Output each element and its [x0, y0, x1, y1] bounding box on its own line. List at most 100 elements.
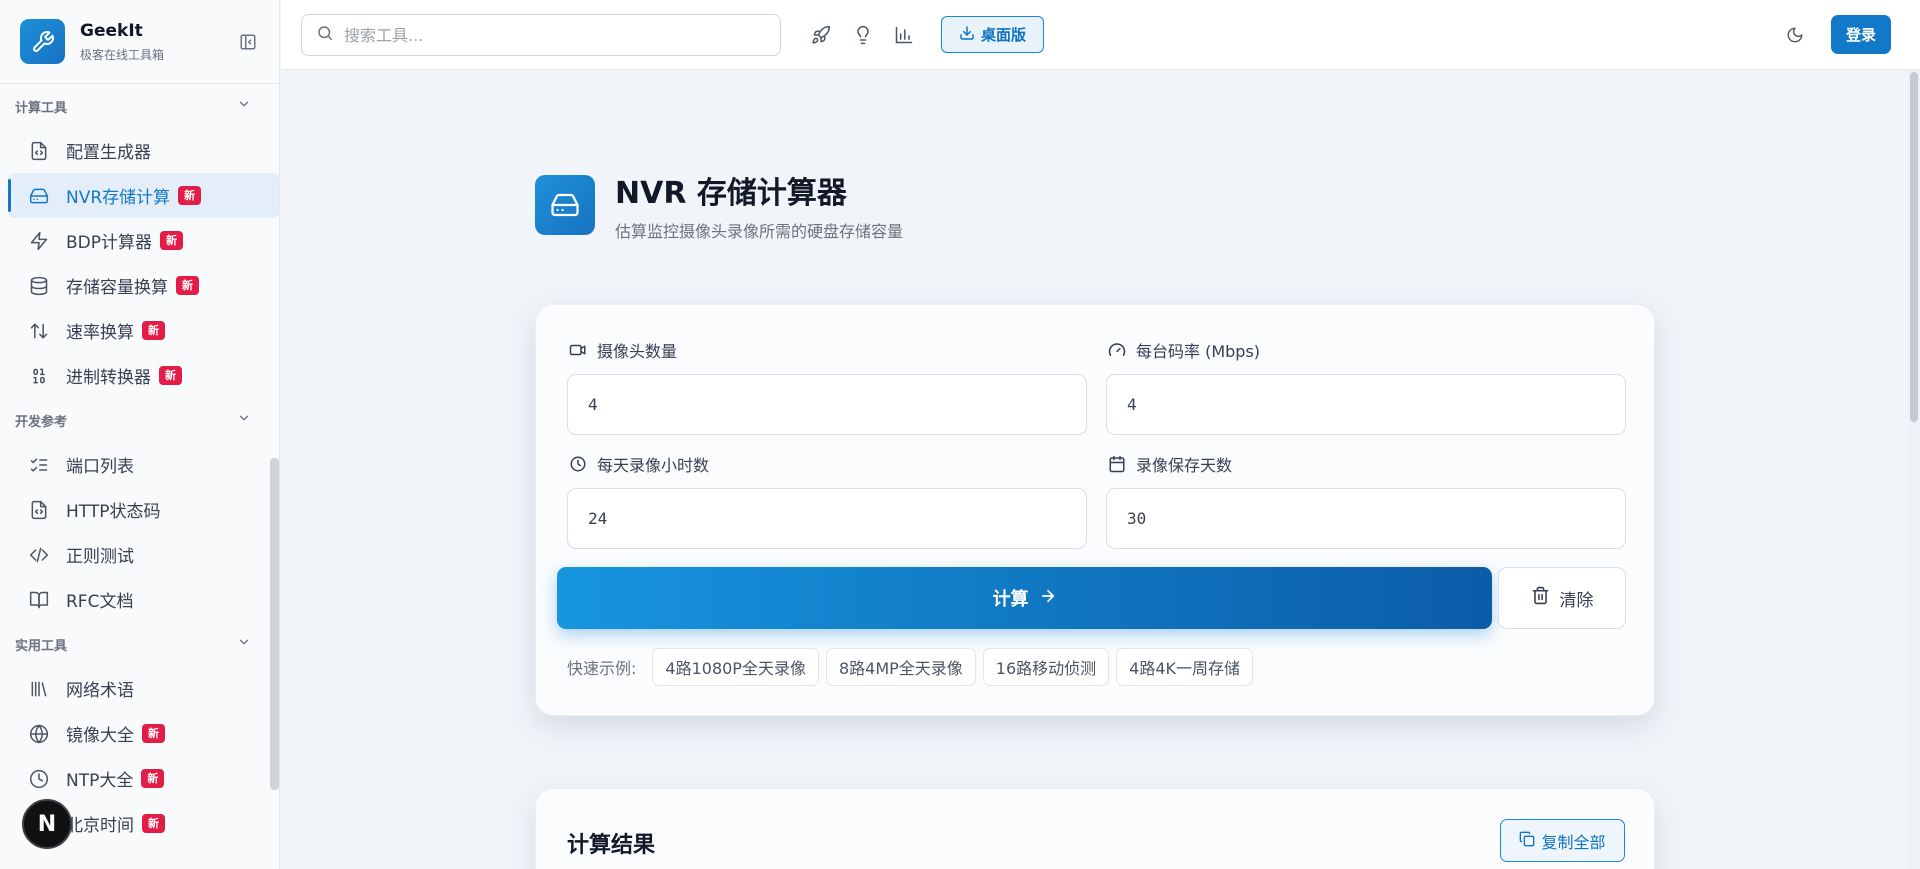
desktop-version-button[interactable]: 桌面版 [941, 16, 1044, 53]
sidebar-item[interactable]: RFC文档 [0, 577, 279, 622]
rocket-icon[interactable] [809, 23, 833, 47]
sidebar-item-label: 进制转换器 [66, 368, 151, 388]
new-badge: 新 [159, 366, 182, 385]
examples-label: 快速示例: [567, 659, 637, 678]
brand-subtitle: 极客在线工具箱 [80, 47, 165, 62]
hard-drive-icon [27, 184, 51, 208]
example-chip[interactable]: 4路4K一周存储 [1116, 648, 1254, 686]
library-icon [27, 677, 51, 701]
page-header: NVR 存储计算器 估算监控摄像头录像所需的硬盘存储容量 [535, 168, 903, 242]
sidebar-scrollbar[interactable] [270, 458, 279, 790]
sidebar-item-label: HTTP状态码 [66, 502, 161, 522]
topbar: 桌面版 登录 [281, 0, 1920, 70]
sidebar: GeekIt 极客在线工具箱 计算工具 配置生成器 NVR存储计算新 BDP计算器新存… [0, 0, 280, 869]
hours-label: 每天录像小时数 [597, 456, 710, 475]
copy-all-label: 复制全部 [1541, 832, 1606, 852]
sidebar-item[interactable]: 端口列表 [0, 442, 279, 487]
example-chip[interactable]: 8路4MP全天录像 [825, 648, 976, 686]
sidebar-item-label: RFC文档 [66, 592, 134, 612]
sidebar-item[interactable]: 速率换算新 [0, 308, 279, 353]
sidebar-item-label: BDP计算器 [66, 233, 153, 253]
sidebar-section-header[interactable]: 实用工具 [0, 622, 279, 666]
hours-input[interactable] [567, 488, 1087, 549]
sidebar-item-label: 存储容量换算 [66, 278, 168, 298]
desktop-version-label: 桌面版 [980, 26, 1026, 44]
hard-drive-icon [535, 175, 595, 235]
sidebar-item[interactable]: BDP计算器新 [0, 218, 279, 263]
gauge-icon [1106, 339, 1128, 361]
cameras-input[interactable] [567, 374, 1087, 435]
zap-icon [27, 229, 51, 253]
clock-icon [567, 453, 589, 475]
example-chip[interactable]: 16路移动侦测 [982, 648, 1110, 686]
cameras-field: 摄像头数量 [567, 338, 1087, 435]
sidebar-section-title: 计算工具 [15, 100, 68, 116]
bitrate-label: 每台码率 (Mbps) [1136, 342, 1261, 361]
page-title: NVR 存储计算器 [615, 176, 847, 211]
search-input[interactable] [344, 25, 744, 45]
new-badge: 新 [176, 276, 199, 295]
new-badge: 新 [142, 724, 165, 743]
sidebar-item[interactable]: 镜像大全新 [0, 711, 279, 756]
search-box[interactable] [301, 14, 781, 56]
bar-chart-icon[interactable] [892, 23, 916, 47]
brand-name: GeekIt [80, 20, 143, 41]
bitrate-field: 每台码率 (Mbps) [1106, 338, 1626, 435]
wrench-icon[interactable] [20, 19, 65, 64]
download-icon [959, 25, 975, 45]
sidebar-item[interactable]: 存储容量换算新 [0, 263, 279, 308]
login-button[interactable]: 登录 [1831, 15, 1891, 54]
sidebar-section-title: 开发参考 [15, 414, 68, 430]
sidebar-section-header[interactable]: 开发参考 [0, 398, 279, 442]
sidebar-item-label: 端口列表 [66, 457, 134, 477]
sidebar-item[interactable]: NVR存储计算新 [8, 173, 279, 218]
bitrate-input[interactable] [1106, 374, 1626, 435]
arrow-up-down-icon [27, 319, 51, 343]
database-icon [27, 274, 51, 298]
search-icon [316, 24, 334, 46]
new-badge: 新 [160, 231, 184, 250]
hours-field: 每天录像小时数 [567, 452, 1087, 549]
result-title: 计算结果 [567, 833, 656, 858]
page-scrollbar-thumb[interactable] [1910, 72, 1918, 422]
arrow-right-icon [1039, 587, 1057, 610]
sidebar-item[interactable]: 网络术语 [0, 666, 279, 711]
chevron-down-icon[interactable] [237, 97, 251, 115]
chevron-down-icon[interactable] [237, 635, 251, 653]
sidebar-item[interactable]: NTP大全新 [0, 756, 279, 801]
days-input[interactable] [1106, 488, 1626, 549]
sidebar-item-label: NTP大全 [66, 771, 134, 791]
lightbulb-icon[interactable] [851, 23, 875, 47]
sidebar-item[interactable]: HTTP状态码 [0, 487, 279, 532]
sidebar-collapse-icon[interactable] [237, 31, 259, 53]
calculate-button[interactable]: 计算 [557, 567, 1492, 629]
sidebar-item-label: 网络术语 [66, 681, 134, 701]
sidebar-nav: 计算工具 配置生成器 NVR存储计算新 BDP计算器新存储容量换算新速率换算新进制转换… [0, 84, 279, 846]
video-camera-icon [567, 339, 589, 361]
new-badge: 新 [141, 769, 165, 788]
file-code-icon [27, 498, 51, 522]
sidebar-item-label: 镜像大全 [66, 726, 134, 746]
clear-label: 清除 [1559, 590, 1594, 611]
file-code-icon [27, 139, 51, 163]
floating-n-button[interactable]: N [22, 799, 72, 849]
sidebar-item[interactable]: 配置生成器 [0, 128, 279, 173]
clear-button[interactable]: 清除 [1498, 567, 1626, 629]
calculate-label: 计算 [992, 589, 1029, 610]
calculator-card: 摄像头数量 每台码率 (Mbps) 每天录像小时数 录像保存天数 [535, 304, 1655, 716]
sidebar-item-label: 配置生成器 [66, 143, 151, 163]
page-subtitle: 估算监控摄像头录像所需的硬盘存储容量 [615, 222, 904, 241]
sidebar-section-header[interactable]: 计算工具 [0, 84, 279, 128]
sidebar-item[interactable]: 正则测试 [0, 532, 279, 577]
page-scrollbar[interactable] [1908, 70, 1920, 869]
code-icon [27, 543, 51, 567]
book-open-icon [27, 588, 51, 612]
result-card: 计算结果 复制全部 [535, 788, 1655, 869]
sidebar-item-label: 速率换算 [66, 323, 134, 343]
brand: GeekIt 极客在线工具箱 [0, 0, 279, 84]
sidebar-item[interactable]: 进制转换器新 [0, 353, 279, 398]
copy-all-button[interactable]: 复制全部 [1500, 819, 1625, 862]
chevron-down-icon[interactable] [237, 411, 251, 429]
moon-icon[interactable] [1783, 23, 1807, 47]
example-chip[interactable]: 4路1080P全天录像 [652, 648, 819, 686]
